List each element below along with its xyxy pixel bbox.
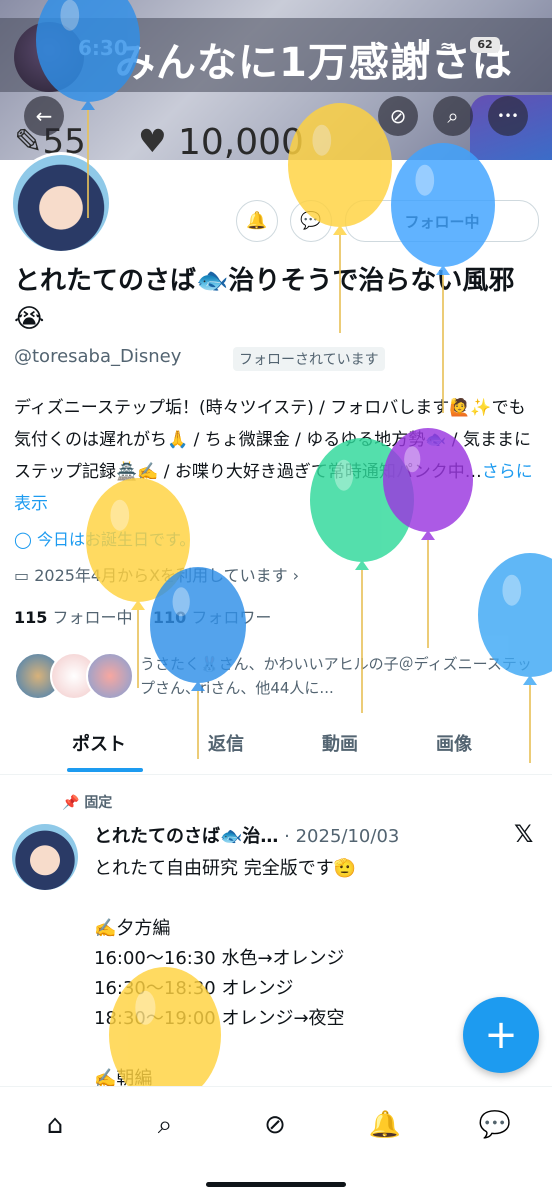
avatar (86, 652, 134, 700)
balloon-icon: ◯ (14, 530, 37, 549)
post-body[interactable]: とれたて自由研究 完全版です🫡 ✍️夕方編 16:00〜16:30 水色→オレン… (94, 854, 524, 1094)
post-date: · 2025/10/03 (284, 826, 400, 847)
bell-icon: 🔔 (246, 211, 268, 231)
search-icon[interactable]: ⌕ (145, 1105, 185, 1145)
joined-text: 2025年4月からXを利用しています (34, 566, 288, 585)
profile-avatar[interactable] (10, 152, 112, 254)
home-indicator (206, 1182, 346, 1187)
display-name: とれたてのさば🐟治りそうで治らない風邪😭 (14, 266, 515, 334)
more-button[interactable]: ••• (488, 96, 528, 136)
bio-text: ディズニーステップ垢！(時々ツイステ) / フォロバします🙋✨でも気付くのは遅れ… (14, 398, 531, 482)
calendar-icon: ▭ (14, 566, 35, 585)
follows-you-badge: フォローされています (233, 347, 385, 371)
birthday-text: 今日はお誕生日です。 (37, 530, 196, 549)
tab-replies[interactable]: 返信 (208, 730, 244, 756)
post-author[interactable]: とれたてのさば🐟治… (94, 826, 278, 847)
profile-bio: ディズニーステップ垢！(時々ツイステ) / フォロバします🙋✨でも気付くのは遅れ… (14, 392, 540, 520)
grok-icon[interactable]: ⊘ (255, 1105, 295, 1145)
signal-wifi-icon: ıll ≈ (410, 36, 456, 55)
following-count: 115 (14, 608, 48, 627)
banner-avatar-image (14, 22, 84, 92)
search-button[interactable]: ⌕ (433, 96, 473, 136)
status-time: 6:30 (78, 36, 128, 60)
notifications-icon[interactable]: 🔔 (365, 1105, 405, 1145)
following-label: フォロー中 (52, 608, 133, 627)
post-avatar[interactable] (12, 824, 78, 890)
x-logo-icon: 𝕏 (514, 820, 534, 848)
post-header: とれたてのさば🐟治… · 2025/10/03 (94, 822, 399, 848)
tab-videos[interactable]: 動画 (322, 730, 358, 756)
notification-toggle-button[interactable]: 🔔 (236, 200, 278, 242)
joined-row[interactable]: ▭ 2025年4月からXを利用しています › (14, 562, 299, 586)
chat-icon: 💬 (300, 211, 322, 231)
home-icon[interactable]: ⌂ (35, 1105, 75, 1145)
followed-by-text[interactable]: うさたく🐰さん、かわいいアヒルの子＠ディズニーステップさん、riさん、他44人に… (140, 652, 540, 700)
user-handle: @toresaba_Disney (14, 346, 182, 367)
back-button[interactable]: ← (24, 96, 64, 136)
compose-button[interactable]: + (463, 997, 539, 1073)
messages-icon[interactable]: 💬 (475, 1105, 515, 1145)
battery-icon: 62 (470, 37, 500, 53)
followers-label: フォロワー (191, 608, 272, 627)
pinned-text: 固定 (84, 795, 113, 811)
arrow-left-icon: ← (35, 104, 53, 128)
chevron-right-icon: › (287, 566, 300, 585)
profile-banner[interactable]: みんなに1万感謝さは ✎55 ♥ 10,000 (0, 0, 552, 160)
birthday-row: ◯ 今日はお誕生日です。 (14, 526, 195, 550)
more-icon: ••• (497, 109, 519, 123)
search-icon: ⌕ (447, 104, 459, 128)
pinned-label: 📌 固定 (62, 792, 112, 812)
tab-posts[interactable]: ポスト (72, 730, 126, 756)
grok-button[interactable]: ⊘ (378, 96, 418, 136)
following-button[interactable]: フォロー中 (345, 200, 539, 242)
active-tab-indicator (67, 768, 143, 772)
message-button[interactable]: 💬 (290, 200, 332, 242)
followers-link[interactable]: 110 フォロワー (153, 608, 272, 627)
followers-count: 110 (152, 608, 187, 627)
follow-counts: 115 フォロー中 110 フォロワー (14, 604, 271, 628)
banner-stat-right: 10,000 (178, 122, 304, 160)
pin-icon: 📌 (62, 795, 85, 811)
following-link[interactable]: 115 フォロー中 (14, 608, 133, 627)
heart-icon: ♥ (138, 122, 167, 160)
tab-images[interactable]: 画像 (436, 730, 472, 756)
grok-icon: ⊘ (389, 104, 407, 128)
